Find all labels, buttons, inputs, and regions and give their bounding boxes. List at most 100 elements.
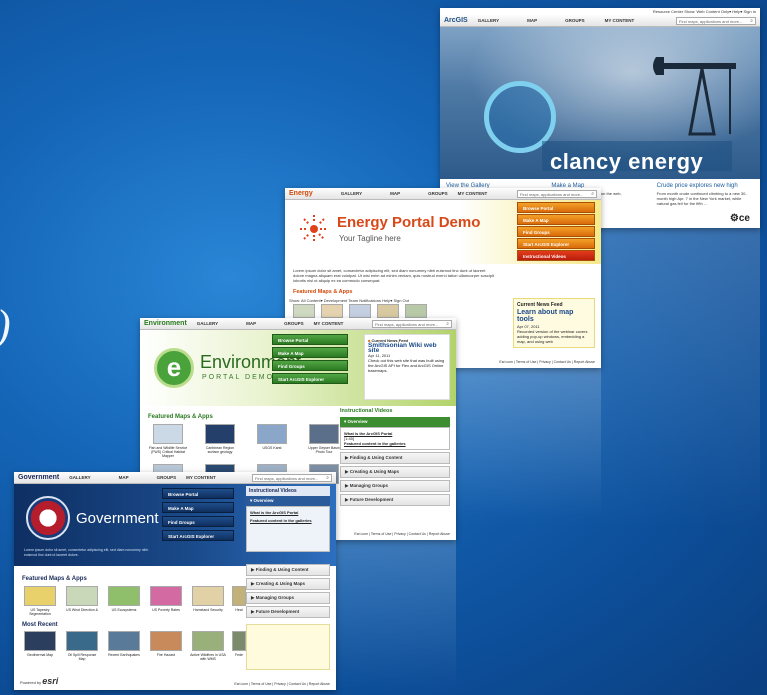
nav-my-content[interactable]: MY CONTENT: [458, 191, 488, 196]
nav-map[interactable]: MAP: [246, 321, 256, 326]
map-thumbnail[interactable]: [309, 424, 339, 444]
map-card[interactable]: Fish and Wildlife Service (FWS) Critical…: [148, 424, 188, 458]
energy-brand[interactable]: Energy: [289, 190, 313, 197]
map-thumbnail[interactable]: [150, 631, 182, 651]
instructional-videos-button[interactable]: Instructional Videos: [517, 250, 595, 261]
search-icon[interactable]: ⌕: [750, 18, 753, 24]
map-card[interactable]: Geothermal Map: [22, 631, 58, 661]
map-card[interactable]: US Wind Direction &: [64, 586, 100, 616]
map-card[interactable]: Caribbean Region surface geology: [200, 424, 240, 458]
nav-my-content[interactable]: MY CONTENT: [186, 475, 216, 480]
video-link[interactable]: What is the ArcGIS Portal: [250, 510, 326, 515]
gov-brand[interactable]: Government: [18, 474, 59, 481]
search-icon[interactable]: ⌕: [591, 191, 594, 197]
map-card[interactable]: Heal: [232, 586, 246, 616]
map-card[interactable]: US Poverty Rates: [148, 586, 184, 616]
env-brand[interactable]: Environment: [144, 320, 187, 327]
video-link[interactable]: Featured content in the galleries: [344, 441, 446, 446]
news-title[interactable]: Smithsonian Wiki web site: [368, 342, 446, 354]
search-icon[interactable]: ⌕: [326, 475, 329, 481]
search-input[interactable]: Find maps, applications and more... ⌕: [517, 189, 597, 198]
browse-portal-button[interactable]: Browse Portal: [162, 488, 234, 499]
map-card[interactable]: US Tapestry Segmentation: [22, 586, 58, 616]
nav-groups[interactable]: GROUPS: [565, 18, 585, 23]
section-creating[interactable]: ▶ Creating & Using Maps: [246, 578, 330, 590]
map-card[interactable]: USGS Karst: [252, 424, 292, 458]
nav-map[interactable]: MAP: [390, 191, 400, 196]
map-thumbnail[interactable]: [192, 631, 224, 651]
make-map-button[interactable]: Make A Map: [162, 502, 234, 513]
map-thumbnail[interactable]: [257, 424, 287, 444]
make-map-button[interactable]: Make A Map: [517, 214, 595, 225]
map-thumbnail[interactable]: [153, 424, 183, 444]
section-creating[interactable]: ▶ Creating & Using Maps: [340, 466, 450, 478]
find-groups-button[interactable]: Find Groups: [272, 360, 348, 371]
map-thumbnail[interactable]: [24, 631, 56, 651]
news-title[interactable]: Learn about map tools: [517, 309, 591, 323]
map-thumbnail[interactable]: [293, 304, 315, 318]
map-card[interactable]: Upper Geyser Basin Photo Tour: [304, 424, 344, 458]
nav-gallery[interactable]: GALLERY: [341, 191, 362, 196]
map-thumbnail[interactable]: [66, 586, 98, 606]
section-managing[interactable]: ▶ Managing Groups: [246, 592, 330, 604]
nav-my-content[interactable]: MY CONTENT: [605, 18, 635, 23]
map-card[interactable]: Fire Hazard: [148, 631, 184, 661]
column-title[interactable]: Crude price explores new high: [657, 183, 754, 189]
map-thumbnail[interactable]: [405, 304, 427, 318]
overview-header[interactable]: ▾ Overview: [340, 417, 450, 427]
map-thumbnail[interactable]: [377, 304, 399, 318]
section-managing[interactable]: ▶ Managing Groups: [340, 480, 450, 492]
overview-header[interactable]: ▾ Overview: [246, 496, 330, 506]
section-future[interactable]: ▶ Future Development: [340, 494, 450, 506]
nav-groups[interactable]: GROUPS: [284, 321, 304, 326]
esri-logo[interactable]: esri: [42, 676, 58, 686]
start-explorer-button[interactable]: Start ArcGIS Explorer: [162, 530, 234, 541]
nav-groups[interactable]: GROUPS: [428, 191, 448, 196]
section-future[interactable]: ▶ Future Development: [246, 606, 330, 618]
map-thumbnail[interactable]: [232, 586, 246, 606]
map-card[interactable]: US Ecosystems: [106, 586, 142, 616]
env-footer[interactable]: Esri.com | Terms of Use | Privacy | Cont…: [348, 530, 456, 538]
nav-gallery[interactable]: GALLERY: [478, 18, 499, 23]
energy-footer[interactable]: Esri.com | Terms of Use | Privacy | Cont…: [493, 358, 601, 366]
map-card[interactable]: Fede: [232, 631, 246, 661]
map-thumbnail[interactable]: [108, 631, 140, 651]
find-groups-button[interactable]: Find Groups: [517, 226, 595, 237]
search-input[interactable]: Find maps, applications and more... ⌕: [252, 473, 332, 482]
map-thumbnail[interactable]: [205, 424, 235, 444]
map-thumbnail[interactable]: [108, 586, 140, 606]
browse-portal-button[interactable]: Browse Portal: [272, 334, 348, 345]
section-finding[interactable]: ▶ Finding & Using Content: [340, 452, 450, 464]
browse-portal-button[interactable]: Browse Portal: [517, 202, 595, 213]
map-thumbnail[interactable]: [192, 586, 224, 606]
gov-footer[interactable]: Esri.com | Terms of Use | Privacy | Cont…: [234, 682, 330, 686]
map-card[interactable]: Active Wildfires in USA with WMS: [190, 631, 226, 661]
nav-my-content[interactable]: MY CONTENT: [314, 321, 344, 326]
map-card[interactable]: Recent Earthquakes: [106, 631, 142, 661]
section-finding[interactable]: ▶ Finding & Using Content: [246, 564, 330, 576]
make-map-button[interactable]: Make A Map: [272, 347, 348, 358]
nav-groups[interactable]: GROUPS: [157, 475, 177, 480]
map-thumbnail[interactable]: [349, 304, 371, 318]
search-input[interactable]: Find maps, applications and more... ⌕: [676, 16, 756, 25]
video-link[interactable]: Featured content in the galleries: [250, 518, 326, 523]
search-icon[interactable]: ⌕: [446, 321, 449, 327]
map-card[interactable]: Oil Spill Response Map: [64, 631, 100, 661]
search-input[interactable]: Find maps, applications and more... ⌕: [372, 319, 452, 328]
nav-gallery[interactable]: GALLERY: [69, 475, 90, 480]
arcgis-logo[interactable]: ArcGIS: [444, 17, 468, 24]
gov-news-box: [246, 624, 330, 670]
map-thumbnail[interactable]: [232, 631, 246, 651]
map-thumbnail[interactable]: [150, 586, 182, 606]
nav-gallery[interactable]: GALLERY: [197, 321, 218, 326]
utility-links[interactable]: Resource Center Show: Web Content Only▾ …: [440, 8, 760, 15]
start-explorer-button[interactable]: Start ArcGIS Explorer: [517, 238, 595, 249]
nav-map[interactable]: MAP: [119, 475, 129, 480]
map-thumbnail[interactable]: [24, 586, 56, 606]
map-thumbnail[interactable]: [321, 304, 343, 318]
map-thumbnail[interactable]: [66, 631, 98, 651]
find-groups-button[interactable]: Find Groups: [162, 516, 234, 527]
start-explorer-button[interactable]: Start ArcGIS Explorer: [272, 373, 348, 384]
nav-map[interactable]: MAP: [527, 18, 537, 23]
map-card[interactable]: Homeland Security: [190, 586, 226, 616]
